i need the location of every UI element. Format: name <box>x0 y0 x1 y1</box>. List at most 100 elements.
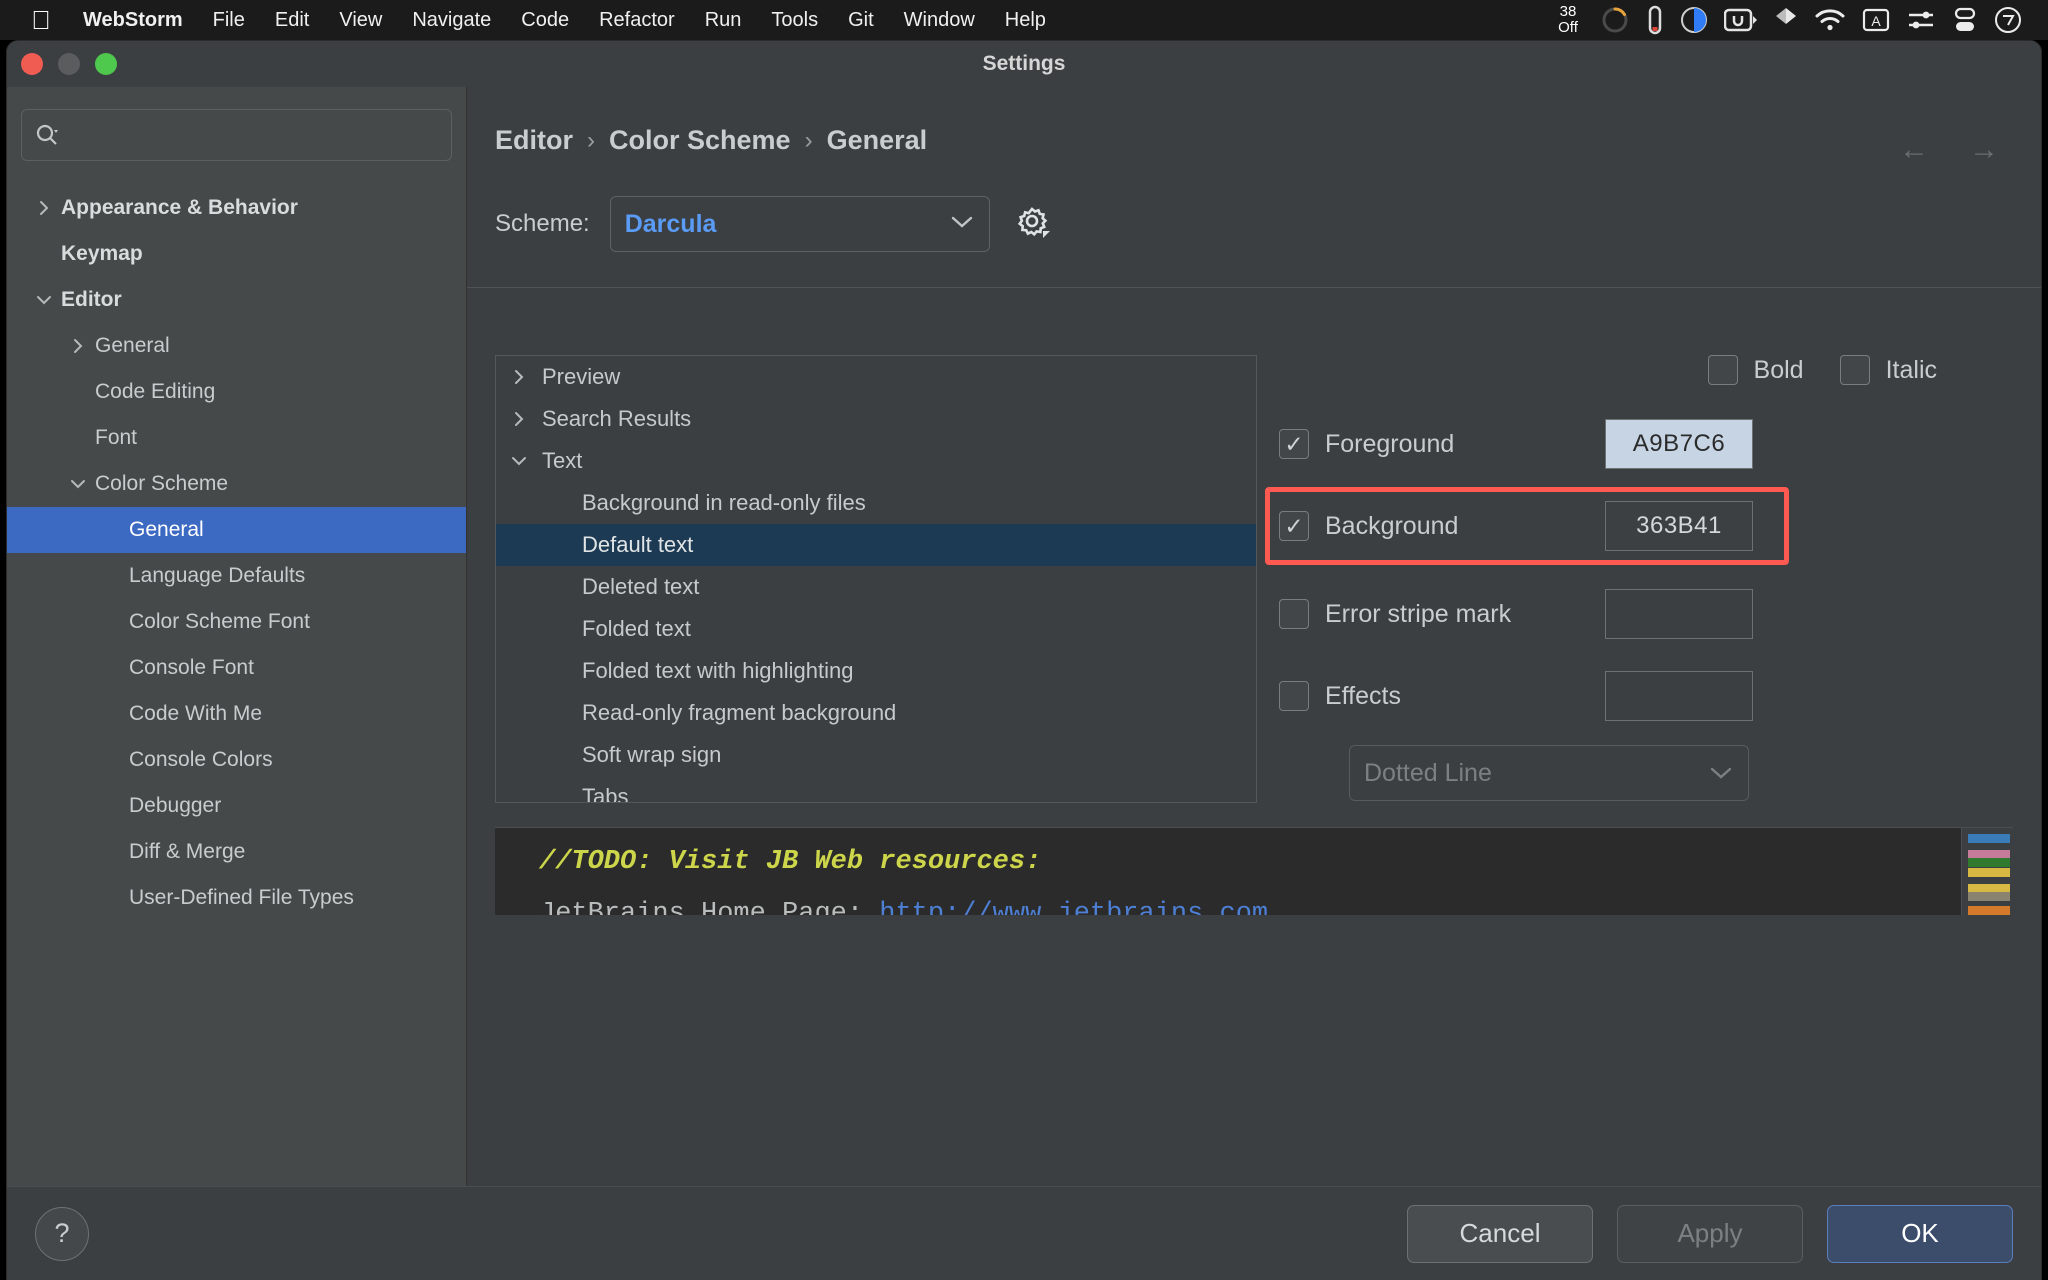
sidebar-item-console-colors[interactable]: Console Colors <box>7 737 466 783</box>
screen-record-icon[interactable] <box>1724 7 1758 33</box>
apple-logo-icon[interactable]:  <box>28 5 54 35</box>
sidebar-item-general[interactable]: General <box>7 507 466 553</box>
sidebar-item-color-scheme[interactable]: Color Scheme <box>7 461 466 507</box>
siri-icon[interactable] <box>1994 6 2022 34</box>
error-stripe[interactable] <box>1968 906 2010 915</box>
search-input[interactable] <box>68 124 439 146</box>
thermometer-icon[interactable] <box>1646 5 1664 35</box>
menu-view[interactable]: View <box>324 0 397 40</box>
sidebar-item-debugger[interactable]: Debugger <box>7 783 466 829</box>
chevron-right-icon[interactable] <box>496 368 542 386</box>
error-stripe-color-swatch[interactable] <box>1605 589 1753 639</box>
error-stripe[interactable] <box>1968 892 2010 901</box>
sidebar-item-label: Diff & Merge <box>129 840 246 863</box>
attr-item-default-text[interactable]: Default text <box>496 524 1256 566</box>
menu-file[interactable]: File <box>198 0 260 40</box>
menu-window[interactable]: Window <box>889 0 990 40</box>
attr-item-text[interactable]: Text <box>496 440 1256 482</box>
forward-arrow-icon[interactable]: → <box>1969 135 1999 165</box>
code-preview[interactable]: //TODO: Visit JB Web resources: JetBrain… <box>495 827 2013 915</box>
temperature-status[interactable]: 38 Off <box>1552 4 1584 36</box>
chevron-down-icon[interactable] <box>61 475 95 493</box>
breadcrumb-item-color-scheme[interactable]: Color Scheme <box>609 125 791 156</box>
attr-item-preview[interactable]: Preview <box>496 356 1256 398</box>
menu-code[interactable]: Code <box>506 0 584 40</box>
menu-navigate[interactable]: Navigate <box>397 0 506 40</box>
help-button[interactable]: ? <box>35 1206 89 1261</box>
chevron-right-icon[interactable] <box>496 410 542 428</box>
effect-type-select[interactable]: Dotted Line <box>1349 745 1749 801</box>
italic-checkbox-row[interactable]: Italic <box>1839 355 1937 385</box>
background-checkbox[interactable]: ✓ <box>1279 511 1309 541</box>
battery-ring-icon[interactable] <box>1600 5 1630 35</box>
attr-item-tabs[interactable]: Tabs <box>496 776 1256 802</box>
menu-edit[interactable]: Edit <box>260 0 324 40</box>
chevron-right-icon[interactable] <box>27 199 61 217</box>
attr-item-soft-wrap-sign[interactable]: Soft wrap sign <box>496 734 1256 776</box>
italic-checkbox[interactable] <box>1839 355 1870 385</box>
foreground-checkbox[interactable]: ✓ <box>1279 429 1309 459</box>
breadcrumb-item-general[interactable]: General <box>827 125 928 156</box>
menu-help[interactable]: Help <box>990 0 1061 40</box>
error-stripe[interactable] <box>1968 868 2010 877</box>
bold-checkbox-row[interactable]: Bold <box>1707 355 1804 385</box>
chevron-right-icon[interactable] <box>61 337 95 355</box>
dropbox-icon[interactable] <box>1774 6 1798 34</box>
gear-icon[interactable] <box>1010 200 1058 248</box>
window-titlebar: Settings <box>7 41 2041 87</box>
background-label: Background <box>1325 511 1459 540</box>
attr-item-folded-text[interactable]: Folded text <box>496 608 1256 650</box>
moon-icon[interactable] <box>1680 6 1708 34</box>
attr-item-background-in-read-only-files[interactable]: Background in read-only files <box>496 482 1256 524</box>
sidebar-item-color-scheme-font[interactable]: Color Scheme Font <box>7 599 466 645</box>
sidebar-item-user-defined-file-types[interactable]: User-Defined File Types <box>7 875 466 921</box>
attr-item-folded-text-with-highlighting[interactable]: Folded text with highlighting <box>496 650 1256 692</box>
menu-tiles-icon[interactable] <box>1952 6 1978 34</box>
menu-tools[interactable]: Tools <box>756 0 833 40</box>
effects-checkbox[interactable] <box>1279 681 1309 711</box>
sidebar-item-code-with-me[interactable]: Code With Me <box>7 691 466 737</box>
sidebar-item-label: Appearance & Behavior <box>61 196 298 219</box>
attr-item-label: Default text <box>582 532 694 557</box>
sidebar-item-label: Console Font <box>129 656 254 679</box>
bold-checkbox[interactable] <box>1707 355 1738 385</box>
menu-run[interactable]: Run <box>690 0 757 40</box>
scheme-select[interactable]: Darcula <box>609 196 990 252</box>
back-arrow-icon[interactable]: ← <box>1899 135 1929 165</box>
cancel-button[interactable]: Cancel <box>1407 1204 1593 1263</box>
menu-webstorm[interactable]: WebStorm <box>68 0 198 40</box>
menu-refactor[interactable]: Refactor <box>584 0 690 40</box>
sidebar-item-console-font[interactable]: Console Font <box>7 645 466 691</box>
sidebar-item-general[interactable]: General <box>7 323 466 369</box>
menu-git[interactable]: Git <box>833 0 889 40</box>
sidebar-item-appearance-behavior[interactable]: Appearance & Behavior <box>7 185 466 231</box>
attr-item-deleted-text[interactable]: Deleted text <box>496 566 1256 608</box>
sidebar-item-language-defaults[interactable]: Language Defaults <box>7 553 466 599</box>
control-center-icon[interactable] <box>1906 6 1936 34</box>
chevron-down-icon[interactable] <box>496 452 542 470</box>
input-source-icon[interactable]: A <box>1862 6 1890 34</box>
attr-item-search-results[interactable]: Search Results <box>496 398 1256 440</box>
attr-item-read-only-fragment-background[interactable]: Read-only fragment background <box>496 692 1256 734</box>
scheme-label: Scheme: <box>495 210 590 237</box>
wifi-icon[interactable] <box>1814 8 1846 32</box>
sidebar-item-font[interactable]: Font <box>7 415 466 461</box>
error-stripe-panel[interactable] <box>1961 828 2013 915</box>
search-box[interactable] <box>21 109 452 161</box>
chevron-down-icon[interactable] <box>27 291 61 309</box>
error-stripe-mark-label: Error stripe mark <box>1325 599 1512 628</box>
effects-color-swatch[interactable] <box>1605 671 1753 721</box>
error-stripe[interactable] <box>1968 858 2010 867</box>
breadcrumb-item-editor[interactable]: Editor <box>495 125 573 156</box>
sidebar-item-keymap[interactable]: Keymap <box>7 231 466 277</box>
sidebar-item-editor[interactable]: Editor <box>7 277 466 323</box>
attr-item-label: Soft wrap sign <box>582 742 722 767</box>
foreground-color-swatch[interactable]: A9B7C6 <box>1605 419 1753 469</box>
sidebar-item-diff-merge[interactable]: Diff & Merge <box>7 829 466 875</box>
background-color-swatch[interactable]: 363B41 <box>1605 501 1753 551</box>
sidebar-item-code-editing[interactable]: Code Editing <box>7 369 466 415</box>
preview-link[interactable]: http://www.jetbrains.com <box>879 899 1268 915</box>
error-stripe[interactable] <box>1968 834 2010 843</box>
ok-button[interactable]: OK <box>1827 1204 2013 1263</box>
error-stripe-mark-checkbox[interactable] <box>1279 599 1309 629</box>
